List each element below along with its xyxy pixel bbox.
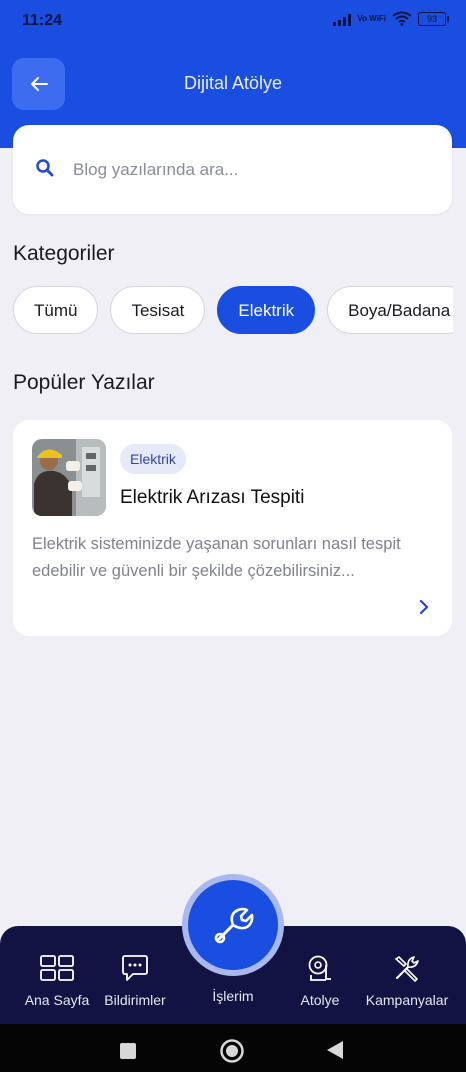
post-excerpt: Elektrik sisteminizde yaşanan sorunları … — [32, 535, 401, 580]
post-card[interactable]: Elektrik Elektrik Arızası Tespiti Elektr… — [13, 420, 452, 636]
popular-title: Popüler Yazılar — [13, 371, 155, 394]
nav-home-label: Ana Sayfa — [24, 992, 90, 1008]
wifi-icon — [392, 11, 412, 26]
nav-notifications-label: Bildirimler — [104, 992, 166, 1008]
search-bar[interactable] — [13, 125, 452, 214]
chip-plumbing[interactable]: Tesisat — [110, 286, 206, 334]
category-chips: Tümü Tesisat Elektrik Boya/Badana — [13, 286, 453, 338]
search-icon — [36, 159, 54, 177]
battery-icon: 93 — [418, 11, 449, 26]
signal-icon — [333, 12, 352, 26]
nav-my-jobs[interactable]: İşlerim — [193, 988, 273, 1004]
chip-all[interactable]: Tümü — [13, 286, 99, 334]
nav-workshop-label: Atolye — [300, 992, 340, 1008]
nav-my-jobs-label: İşlerim — [212, 988, 254, 1004]
search-input[interactable] — [71, 151, 435, 189]
categories-title: Kategoriler — [13, 242, 115, 265]
wrench-icon — [214, 907, 254, 944]
tape-measure-icon — [308, 955, 331, 981]
post-title: Elektrik Arızası Tespiti — [120, 487, 305, 508]
nav-campaigns-label: Kampanyalar — [365, 992, 449, 1008]
chevron-right-icon[interactable] — [418, 598, 430, 616]
post-thumbnail — [32, 439, 106, 516]
chip-paint[interactable]: Boya/Badana — [327, 286, 453, 334]
status-icons: Vo WiFi 93 — [333, 11, 449, 26]
nav-home[interactable]: Ana Sayfa — [18, 952, 96, 1008]
grid-icon — [40, 955, 74, 981]
recents-icon[interactable] — [119, 1042, 137, 1060]
system-navigation-bar — [0, 1024, 466, 1072]
status-time: 11:24 — [22, 12, 63, 29]
tools-icon — [394, 955, 419, 982]
chip-electric[interactable]: Elektrik — [217, 286, 316, 334]
status-bar: 11:24 Vo WiFi 93 — [0, 0, 466, 44]
page-title: Dijital Atölye — [183, 73, 283, 93]
chat-icon — [122, 955, 148, 981]
my-jobs-fab[interactable] — [188, 880, 278, 970]
home-icon[interactable] — [219, 1038, 245, 1064]
nav-notifications[interactable]: Bildirimler — [96, 952, 174, 1008]
nav-workshop[interactable]: Atolye — [290, 952, 350, 1008]
post-tag: Elektrik — [120, 444, 186, 474]
nav-campaigns[interactable]: Kampanyalar — [362, 952, 452, 1008]
vowifi-label: Vo WiFi — [357, 13, 386, 23]
back-nav-icon[interactable] — [326, 1040, 344, 1060]
